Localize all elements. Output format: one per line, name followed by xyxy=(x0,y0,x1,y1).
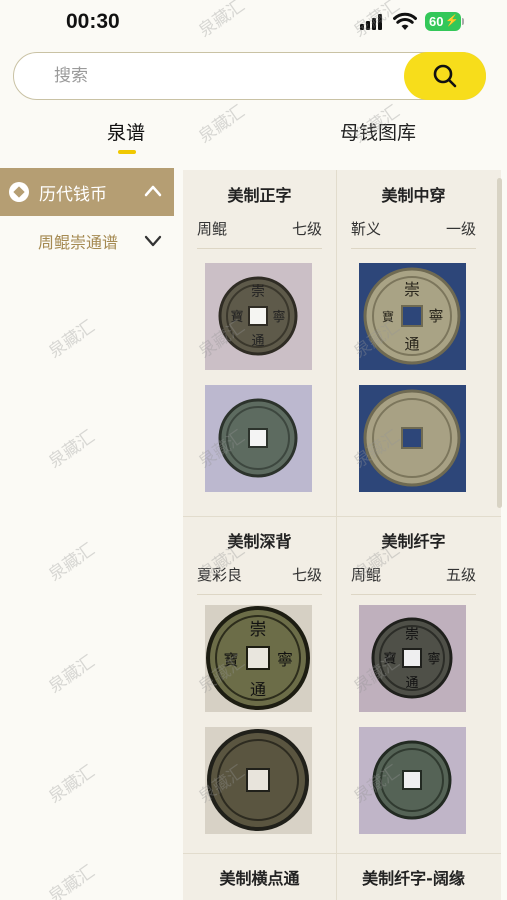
chevron-down-icon xyxy=(144,235,162,247)
coin-char-right: 寧 xyxy=(427,651,440,667)
coin-reverse-image[interactable] xyxy=(205,727,312,834)
chevron-up-icon xyxy=(144,185,162,197)
coin-card[interactable]: 美制正字 周鲲 七级 崇 寧 通 寶 xyxy=(183,170,336,516)
divider xyxy=(197,594,322,595)
coin-grid: 美制正字 周鲲 七级 崇 寧 通 寶 美制中穿 靳义 一级 崇 寧 通 寶 美制… xyxy=(183,170,501,900)
coin-reverse-icon xyxy=(207,729,309,831)
wifi-icon xyxy=(393,12,417,30)
sidebar-item-dynasty-coins[interactable]: 历代钱币 xyxy=(0,168,174,216)
coin-obverse-image[interactable]: 崇 寧 通 寶 xyxy=(205,263,312,370)
coin-char-top: 崇 xyxy=(405,627,419,643)
status-bar: 00:30 60 ⚡ xyxy=(0,0,507,46)
coin-grade: 七级 xyxy=(291,220,322,238)
coin-name: 美制纤字-阔缘 xyxy=(362,869,465,888)
coin-reverse-icon xyxy=(372,740,452,820)
coin-obverse-icon: 崇 寧 通 寶 xyxy=(363,267,461,365)
coin-owner: 靳义 xyxy=(351,220,382,238)
coin-char-top: 崇 xyxy=(250,620,267,640)
coin-char-left: 寶 xyxy=(383,651,396,667)
coin-char-bottom: 通 xyxy=(251,334,264,349)
coin-card[interactable]: 美制横点通 xyxy=(183,853,336,900)
coin-reverse-image[interactable] xyxy=(359,727,466,834)
status-time: 00:30 xyxy=(66,10,120,33)
divider xyxy=(351,594,476,595)
coin-char-right: 寧 xyxy=(277,650,293,669)
search-input[interactable] xyxy=(54,63,394,89)
divider xyxy=(197,248,322,249)
tab-bar: 泉谱 母钱图库 xyxy=(0,110,507,160)
coin-card[interactable]: 美制深背 夏彩良 七级 崇 寧 通 寶 xyxy=(183,516,336,853)
sidebar: 历代钱币 周鲲崇通谱 xyxy=(0,168,180,900)
diamond-icon xyxy=(9,182,29,202)
coin-name: 美制中穿 xyxy=(381,186,446,205)
coin-char-bottom: 通 xyxy=(405,676,418,691)
signal-icon xyxy=(360,14,386,30)
battery-tip xyxy=(462,18,464,25)
coin-owner: 周鲲 xyxy=(351,566,382,584)
coin-grade: 一级 xyxy=(445,220,476,238)
coin-obverse-image[interactable]: 崇 寧 通 寶 xyxy=(205,605,312,712)
coin-char-right: 寧 xyxy=(272,309,285,325)
coin-card[interactable]: 美制纤字 周鲲 五级 崇 寧 通 寶 xyxy=(337,516,490,853)
coin-reverse-image[interactable] xyxy=(359,385,466,492)
sidebar-subitem-label: 周鲲崇通谱 xyxy=(38,233,119,252)
sidebar-item-label: 历代钱币 xyxy=(39,184,107,205)
search-bar xyxy=(13,52,486,100)
coin-obverse-icon: 崇 寧 通 寶 xyxy=(218,276,298,356)
coin-obverse-icon: 崇 寧 通 寶 xyxy=(371,617,453,699)
coin-char-left: 寶 xyxy=(382,309,394,324)
tab-quanpu[interactable]: 泉谱 xyxy=(107,118,145,145)
coin-obverse-image[interactable]: 崇 寧 通 寶 xyxy=(359,605,466,712)
coin-name: 美制横点通 xyxy=(219,869,300,888)
coin-card[interactable]: 美制中穿 靳义 一级 崇 寧 通 寶 xyxy=(337,170,490,516)
coin-grade: 五级 xyxy=(445,566,476,584)
coin-reverse-icon xyxy=(218,398,298,478)
battery-icon: 60 ⚡ xyxy=(425,12,461,31)
search-icon xyxy=(433,64,457,88)
search-button[interactable] xyxy=(404,52,486,100)
coin-card[interactable]: 美制纤字-阔缘 xyxy=(337,853,490,900)
coin-char-left: 寶 xyxy=(223,651,238,669)
coin-name: 美制纤字 xyxy=(381,532,446,551)
coin-char-right: 寧 xyxy=(428,307,443,325)
coin-char-bottom: 通 xyxy=(250,680,266,699)
coin-name: 美制正字 xyxy=(227,186,292,205)
scrollbar[interactable] xyxy=(497,178,502,508)
coin-obverse-icon: 崇 寧 通 寶 xyxy=(206,606,310,710)
divider xyxy=(351,248,476,249)
coin-owner: 周鲲 xyxy=(197,220,228,238)
coin-reverse-icon xyxy=(363,389,461,487)
sidebar-item-zhoukun-catalog[interactable]: 周鲲崇通谱 xyxy=(0,224,174,258)
tab-active-indicator xyxy=(118,150,136,154)
coin-owner: 夏彩良 xyxy=(197,566,243,584)
coin-grade: 七级 xyxy=(291,566,322,584)
coin-reverse-image[interactable] xyxy=(205,385,312,492)
coin-name: 美制深背 xyxy=(227,532,292,551)
tab-mother-coin-gallery[interactable]: 母钱图库 xyxy=(340,118,416,145)
coin-char-bottom: 通 xyxy=(404,335,419,353)
coin-char-left: 寶 xyxy=(230,309,243,325)
coin-char-top: 崇 xyxy=(251,284,265,300)
coin-char-top: 崇 xyxy=(404,280,420,299)
coin-obverse-image[interactable]: 崇 寧 通 寶 xyxy=(359,263,466,370)
battery-level: 60 xyxy=(429,14,444,29)
